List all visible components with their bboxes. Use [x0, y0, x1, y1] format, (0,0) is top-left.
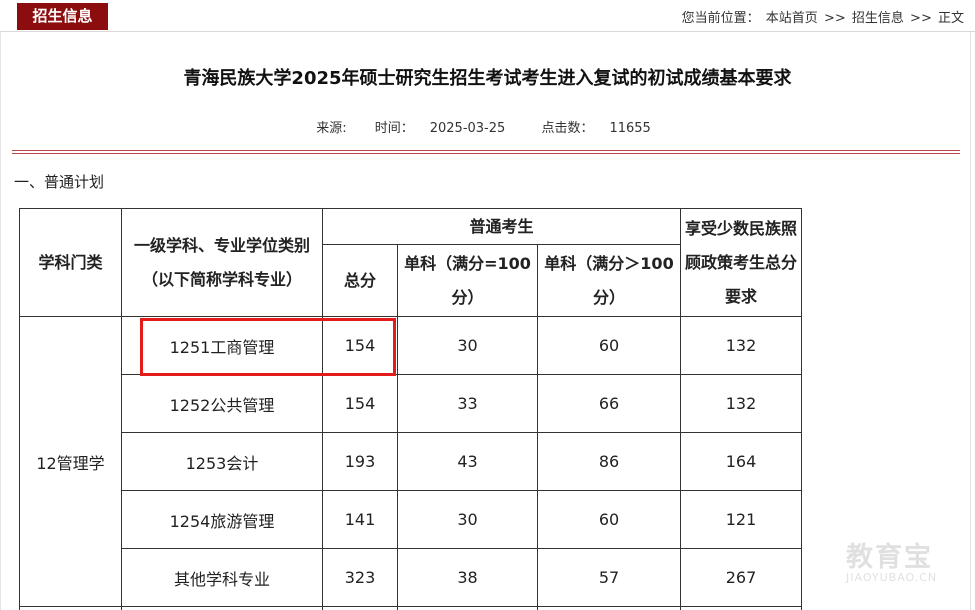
clicks-value: 11655 [609, 121, 651, 136]
section-tab[interactable]: 招生信息 [17, 3, 108, 30]
total-cell: 323 [322, 548, 398, 607]
single-gt100-cell: 60 [537, 490, 681, 549]
single-gt100-cell: 57 [537, 548, 681, 607]
table-row: 12管理学 1251工商管理 154 30 60 132 [19, 316, 802, 607]
ethnic-cell: 267 [680, 548, 802, 607]
breadcrumb-link-home[interactable]: 本站首页 [766, 11, 818, 26]
header-single-gt100: 单科（满分＞100分） [537, 244, 681, 317]
total-cell: 154 [322, 374, 398, 433]
header-discipline: 一级学科、专业学位类别（以下简称学科专业） [121, 208, 323, 317]
empty-cell [121, 606, 323, 610]
watermark: 教育宝 JIAOYUBAO.CN [846, 535, 956, 587]
header-ethnic: 享受少数民族照顾政策考生总分要求 [680, 208, 802, 317]
highlight-box [140, 318, 396, 376]
table-row: 1253会计 193 43 86 164 [20, 432, 802, 491]
breadcrumb-prefix: 您当前位置： [681, 11, 760, 26]
breadcrumb-current: 正文 [937, 11, 964, 26]
time-value: 2025-03-25 [429, 121, 506, 136]
total-cell: 141 [322, 490, 398, 549]
table-row: 1254旅游管理 141 30 60 121 [20, 490, 802, 549]
ethnic-cell: 132 [680, 374, 802, 433]
watermark-text: 教育宝 [846, 542, 933, 573]
discipline-cell: 1252公共管理 [121, 374, 323, 433]
empty-cell [322, 606, 398, 610]
breadcrumb-link-admissions[interactable]: 招生信息 [852, 11, 904, 26]
ethnic-cell: 164 [680, 432, 802, 491]
time-info: 时间： 2025-03-25 [367, 121, 514, 136]
single100-cell: 30 [397, 490, 538, 549]
clicks-label: 点击数： [541, 121, 594, 136]
single100-cell: 43 [397, 432, 538, 491]
time-label: 时间： [374, 121, 414, 136]
source-label: 来源: [316, 121, 347, 136]
table-row: 其他学科专业 323 38 57 267 [20, 548, 802, 607]
discipline-cell: 1254旅游管理 [121, 490, 323, 549]
empty-cell [397, 606, 538, 610]
divider-line [12, 153, 960, 154]
single-gt100-cell: 60 [537, 316, 681, 375]
single100-cell: 33 [397, 374, 538, 433]
breadcrumb-separator: >> [823, 11, 846, 26]
section-heading: 一、普通计划 [14, 173, 105, 191]
watermark-subtext: JIAOYUBAO.CN [846, 571, 938, 584]
header-total: 总分 [322, 244, 398, 317]
divider-line [12, 150, 960, 151]
ethnic-cell: 132 [680, 316, 802, 375]
single100-cell: 30 [397, 316, 538, 375]
total-cell: 193 [322, 432, 398, 491]
table-row-partial [19, 606, 802, 610]
header-category: 学科门类 [19, 208, 122, 317]
article-meta: 来源: 时间： 2025-03-25 点击数： 11655 [0, 117, 975, 136]
single-gt100-cell: 66 [537, 374, 681, 433]
header-regular: 普通考生 [322, 208, 681, 245]
single-gt100-cell: 86 [537, 432, 681, 491]
single100-cell: 38 [397, 548, 538, 607]
empty-cell [19, 606, 122, 610]
article-title: 青海民族大学2025年硕士研究生招生考试考生进入复试的初试成绩基本要求 [183, 68, 792, 89]
header-single-100: 单科（满分=100分） [397, 244, 538, 317]
ethnic-cell: 121 [680, 490, 802, 549]
clicks-info: 点击数： 11655 [533, 121, 658, 136]
score-table: 学科门类 一级学科、专业学位类别（以下简称学科专业） 普通考生 享受少数民族照顾… [19, 208, 802, 610]
empty-cell [680, 606, 802, 610]
discipline-cell: 其他学科专业 [121, 548, 323, 607]
breadcrumb-separator: >> [910, 11, 932, 26]
breadcrumb: 您当前位置： 本站首页 >> 招生信息 >> 正文 [681, 7, 965, 26]
empty-cell [537, 606, 681, 610]
category-cell: 12管理学 [19, 316, 122, 607]
table-row: 1252公共管理 154 33 66 132 [20, 374, 802, 433]
discipline-cell: 1253会计 [121, 432, 323, 491]
top-bar: 招生信息 您当前位置： 本站首页 >> 招生信息 >> 正文 [0, 0, 975, 32]
